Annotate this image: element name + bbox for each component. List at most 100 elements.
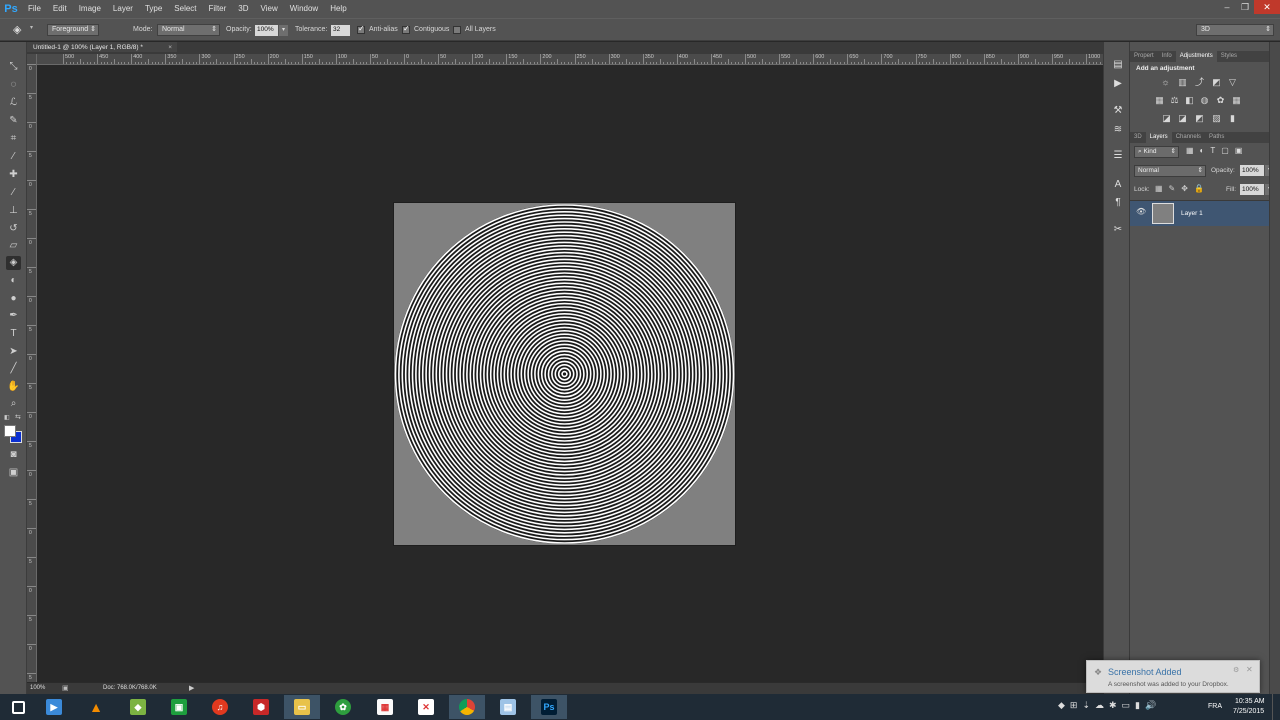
tray-language[interactable]: FRA <box>1208 703 1222 710</box>
antialias-checkbox[interactable]: ✓ <box>357 24 365 34</box>
menu-filter[interactable]: Filter <box>203 0 233 18</box>
restore-button[interactable]: ❐ <box>1236 0 1254 14</box>
channel-mixer-icon[interactable]: ✿ <box>1215 95 1226 106</box>
paragraph-icon[interactable]: ¶ <box>1110 196 1126 210</box>
hand-icon[interactable]: ✋ <box>6 380 21 394</box>
move-icon[interactable]: ⤡ <box>6 60 21 74</box>
taskbar-app-grid[interactable]: ▦ <box>367 695 403 719</box>
tolerance-input[interactable]: 32 <box>331 25 350 36</box>
opacity-input[interactable]: 100% <box>255 25 278 36</box>
eyedropper-icon[interactable]: ⁄ <box>6 150 21 164</box>
show-desktop-button[interactable] <box>1272 694 1280 720</box>
horizontal-ruler[interactable]: 500 450 400 350 300 250 200 150 100 50 0 50 100 150 20… <box>37 54 1103 65</box>
kind-filter-dropdown[interactable]: ⌕ Kind ⇕ <box>1134 146 1179 158</box>
paint-bucket-icon[interactable]: ◈ <box>6 256 21 270</box>
dropbox-notification[interactable]: ❖ Screenshot Added ⚙ ✕ A screenshot was … <box>1086 660 1260 693</box>
history-icon[interactable]: ▤ <box>1110 58 1126 72</box>
taskbar-app-dc[interactable]: ✕ <box>408 695 444 719</box>
fill-input[interactable]: 100% <box>1240 184 1264 195</box>
tab-adjustments[interactable]: Adjustments <box>1175 51 1217 62</box>
tab-styles[interactable]: Styles <box>1217 51 1241 62</box>
status-menu-arrow-icon[interactable]: ▶ <box>189 684 194 692</box>
menu-type[interactable]: Type <box>139 0 168 18</box>
start-button[interactable] <box>0 695 36 719</box>
document-tab[interactable]: Untitled-1 @ 100% (Layer 1, RGB/8) * × <box>27 42 177 54</box>
curves-icon[interactable]: ⤴ <box>1194 77 1205 88</box>
tab-paths[interactable]: Paths <box>1205 132 1228 143</box>
healing-brush-icon[interactable]: ✚ <box>6 168 21 182</box>
threshold-icon[interactable]: ◩ <box>1194 113 1205 124</box>
workspace-dropdown[interactable]: 3D ⇕ <box>1196 24 1274 36</box>
eraser-icon[interactable]: ▱ <box>6 239 21 253</box>
layer-row[interactable]: 👁 Layer 1 <box>1130 201 1269 226</box>
zoom-level[interactable]: 100% <box>30 685 45 691</box>
lock-icons[interactable]: ▦✎✥🔒 <box>1155 184 1211 194</box>
hue-saturation-icon[interactable]: ▦ <box>1154 95 1165 106</box>
taskbar-app-red[interactable]: ⬢ <box>243 695 279 719</box>
menu-select[interactable]: Select <box>168 0 202 18</box>
menu-file[interactable]: File <box>22 0 47 18</box>
line-icon[interactable]: ╱ <box>6 362 21 376</box>
vertical-ruler[interactable]: 0 5 0 5 0 5 0 5 0 5 0 5 0 5 0 5 0 5 0 5 0 5 <box>27 54 37 682</box>
dodge-icon[interactable]: ● <box>6 292 21 306</box>
menu-image[interactable]: Image <box>73 0 107 18</box>
actions-icon[interactable]: ▶ <box>1110 77 1126 91</box>
default-colors-icon[interactable]: ◧ <box>4 414 12 421</box>
fill-source-dropdown[interactable]: Foreground ⇕ <box>47 24 99 36</box>
menu-layer[interactable]: Layer <box>107 0 139 18</box>
minimize-button[interactable]: ‒ <box>1218 0 1236 14</box>
tab-properties[interactable]: Propert <box>1130 51 1158 62</box>
contiguous-checkbox[interactable]: ✓ <box>402 24 410 34</box>
gradient-map-icon[interactable]: ▮ <box>1227 113 1238 124</box>
opacity-dropdown-icon[interactable]: ▾ <box>279 25 288 36</box>
taskbar-app-explorer[interactable]: ▭ <box>284 695 320 719</box>
color-balance-icon[interactable]: ⚖ <box>1169 95 1180 106</box>
marquee-icon[interactable]: ◌ <box>6 78 21 92</box>
character-icon[interactable]: A <box>1110 178 1126 192</box>
visibility-eye-icon[interactable]: 👁 <box>1136 207 1146 216</box>
lasso-icon[interactable]: ℒ <box>6 96 21 110</box>
layer-opacity-input[interactable]: 100% <box>1240 165 1264 176</box>
close-icon[interactable]: ✕ <box>1246 665 1253 674</box>
posterize-icon[interactable]: ◪ <box>1177 113 1188 124</box>
photo-filter-icon[interactable]: ◍ <box>1199 95 1210 106</box>
path-select-icon[interactable]: ➤ <box>6 345 21 359</box>
layer-filter-icons[interactable]: ▦◐T▢▣ <box>1186 146 1274 158</box>
tab-channels[interactable]: Channels <box>1172 132 1205 143</box>
brush-icon[interactable]: ∕ <box>6 186 21 200</box>
zoom-icon[interactable]: ⌕ <box>6 397 21 411</box>
taskbar-app-vlc[interactable]: ▲ <box>78 695 114 719</box>
taskbar-app-media[interactable]: ▶ <box>36 695 72 719</box>
all-layers-checkbox[interactable] <box>453 26 461 34</box>
quick-mask-icon[interactable]: ◙ <box>6 448 21 462</box>
close-button[interactable]: ✕ <box>1254 0 1280 14</box>
export-icon[interactable]: ▣ <box>62 684 69 692</box>
brightness-icon[interactable]: ☼ <box>1160 77 1171 88</box>
settings-icon[interactable]: ⚙ <box>1233 666 1239 674</box>
screen-mode-icon[interactable]: ▣ <box>6 466 21 480</box>
selective-color-icon[interactable]: ▨ <box>1211 113 1222 124</box>
paint-bucket-icon[interactable]: ◈ <box>13 23 27 37</box>
menu-window[interactable]: Window <box>284 0 324 18</box>
taskbar-app-music[interactable]: ♫ <box>202 695 238 719</box>
panel-scrollbar[interactable] <box>1269 42 1280 694</box>
blend-mode-dropdown[interactable]: Normal ⇕ <box>1134 165 1206 177</box>
exposure-icon[interactable]: ◩ <box>1211 77 1222 88</box>
color-lookup-icon[interactable]: ▦ <box>1231 95 1242 106</box>
taskbar-app-green[interactable]: ✿ <box>325 695 361 719</box>
taskbar-app-notepad[interactable]: ▤ <box>490 695 526 719</box>
tools-icon[interactable]: ✂ <box>1110 223 1126 237</box>
taskbar-app-store[interactable]: ▣ <box>161 695 197 719</box>
menu-help[interactable]: Help <box>324 0 352 18</box>
taskbar-app-photoshop[interactable]: Ps <box>531 695 567 719</box>
tab-3d[interactable]: 3D <box>1130 132 1146 143</box>
layer-name[interactable]: Layer 1 <box>1181 210 1203 217</box>
layer-comps-icon[interactable]: ☰ <box>1110 149 1126 163</box>
tray-icons[interactable]: ◆⊞⇣☁✱▭▮🔊 <box>1058 700 1161 711</box>
levels-icon[interactable]: ▥ <box>1177 77 1188 88</box>
black-white-icon[interactable]: ◧ <box>1184 95 1195 106</box>
taskbar-app-chrome[interactable] <box>449 695 485 719</box>
vibrance-icon[interactable]: ▽ <box>1227 77 1238 88</box>
menu-view[interactable]: View <box>255 0 284 18</box>
history-brush-icon[interactable]: ↺ <box>6 222 21 236</box>
